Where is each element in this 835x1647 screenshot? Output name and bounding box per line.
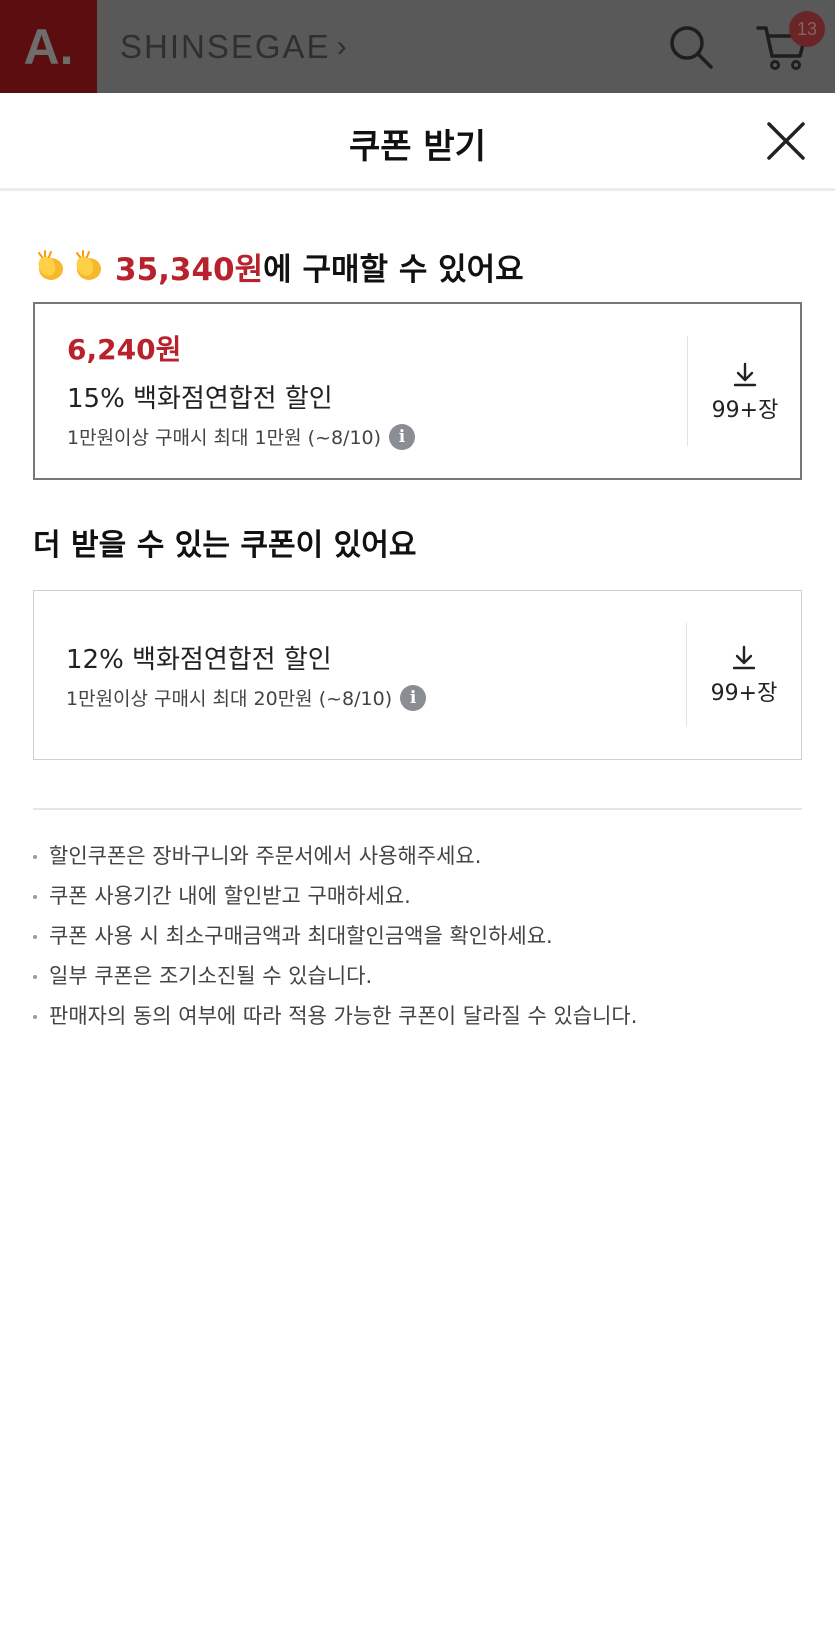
available-coupon-card[interactable]: 12% 백화점연합전 할인 1만원이상 구매시 최대 20만원 (~8/10) …: [33, 590, 802, 760]
coupon-condition: 1만원이상 구매시 최대 20만원 (~8/10) i: [66, 684, 427, 711]
coupon-name: 15% 백화점연합전 할인: [67, 384, 333, 414]
summary-suffix: 에 구매할 수 있어요: [263, 251, 524, 288]
download-icon: [733, 362, 757, 387]
download-count: 99+장: [711, 398, 779, 423]
download-coupon-button[interactable]: 99+장: [687, 645, 801, 707]
coupon-info: 12% 백화점연합전 할인 1만원이상 구매시 최대 20만원 (~8/10) …: [66, 639, 427, 711]
note-item: 일부 쿠폰은 조기소진될 수 있습니다.: [33, 961, 637, 1001]
purchase-summary: 35,340원 에 구매할 수 있어요: [33, 243, 524, 289]
close-icon[interactable]: [766, 121, 806, 161]
coupon-name: 12% 백화점연합전 할인: [66, 645, 332, 675]
section-divider: [33, 808, 802, 810]
note-item: 판매자의 동의 여부에 따라 적용 가능한 쿠폰이 달라질 수 있습니다.: [33, 1001, 637, 1041]
app-header: A. SHINSEGAE › 13: [0, 0, 835, 93]
brand-name: SHINSEGAE: [120, 28, 331, 65]
sheet-header: 쿠폰 받기: [0, 93, 835, 191]
download-icon: [732, 645, 756, 670]
info-icon[interactable]: i: [400, 684, 427, 711]
note-item: 할인쿠폰은 장바구니와 주문서에서 사용해주세요.: [33, 841, 637, 881]
coupon-notes: 할인쿠폰은 장바구니와 주문서에서 사용해주세요. 쿠폰 사용기간 내에 할인받…: [33, 841, 637, 1041]
coupon-condition: 1만원이상 구매시 최대 1만원 (~8/10) i: [67, 423, 416, 450]
clapping-hands-icon: [76, 250, 101, 280]
coupon-condition-text: 1만원이상 구매시 최대 1만원 (~8/10): [67, 427, 382, 449]
coupon-sheet: 쿠폰 받기 35,340원 에 구매할 수 있어요 6,240원 15% 백화점…: [0, 93, 835, 1647]
note-item: 쿠폰 사용 시 최소구매금액과 최대할인금액을 확인하세요.: [33, 921, 637, 961]
brand-link[interactable]: SHINSEGAE ›: [120, 26, 349, 68]
brand-logo[interactable]: A.: [0, 0, 97, 93]
applied-coupon-card[interactable]: 6,240원 15% 백화점연합전 할인 1만원이상 구매시 최대 1만원 (~…: [33, 302, 802, 480]
download-count: 99+장: [710, 681, 778, 706]
note-item: 쿠폰 사용기간 내에 할인받고 구매하세요.: [33, 881, 637, 921]
final-price: 35,340원: [115, 251, 264, 288]
coupon-condition-text: 1만원이상 구매시 최대 20만원 (~8/10): [66, 688, 393, 710]
chevron-right-icon: ›: [336, 30, 349, 63]
coupon-discount-amount: 6,240원: [67, 333, 182, 366]
clapping-hands-icon: [38, 250, 63, 280]
coupon-info: 6,240원 15% 백화점연합전 할인 1만원이상 구매시 최대 1만원 (~…: [67, 328, 416, 450]
more-coupons-heading: 더 받을 수 있는 쿠폰이 있어요: [33, 528, 417, 563]
download-coupon-button[interactable]: 99+장: [688, 362, 802, 424]
cart-count-badge: 13: [789, 11, 825, 47]
search-icon[interactable]: [668, 24, 714, 70]
info-icon[interactable]: i: [389, 423, 416, 450]
sheet-title: 쿠폰 받기: [349, 127, 486, 167]
